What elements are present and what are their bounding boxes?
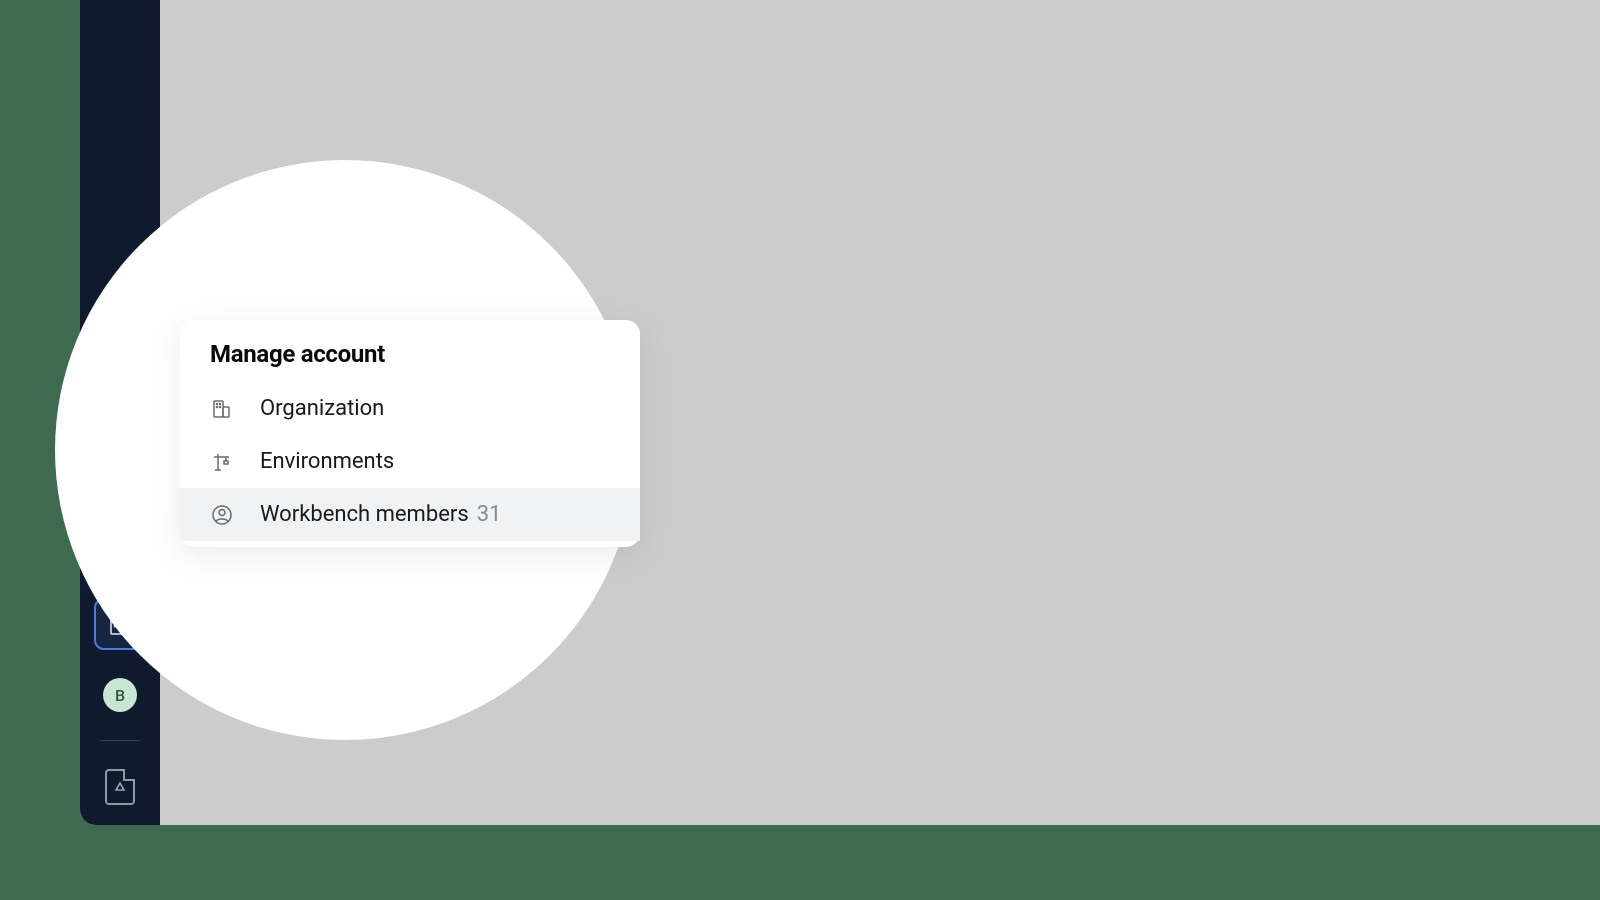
menu-item-label: Environments [260,449,394,474]
main-area: Manage account Organization [160,0,1600,825]
menu-item-organization[interactable]: Organization [180,382,640,435]
app-frame: B Manage account [80,0,1600,825]
avatar[interactable]: B [103,678,137,712]
menu-item-environments[interactable]: Environments [180,435,640,488]
crane-icon [210,450,234,474]
popover-title: Manage account [180,340,640,382]
menu-item-label: Workbench members [260,502,469,527]
user-icon [210,503,234,527]
triangle-icon [114,781,126,793]
sidebar-docs-button[interactable] [105,769,135,805]
sidebar-divider [100,740,140,741]
menu-item-count: 31 [477,502,502,527]
building-icon [210,397,234,421]
menu-item-workbench-members[interactable]: Workbench members 31 [180,488,640,541]
manage-account-popover: Manage account Organization [180,320,640,547]
menu-item-label: Organization [260,396,384,421]
avatar-initial: B [115,686,125,705]
